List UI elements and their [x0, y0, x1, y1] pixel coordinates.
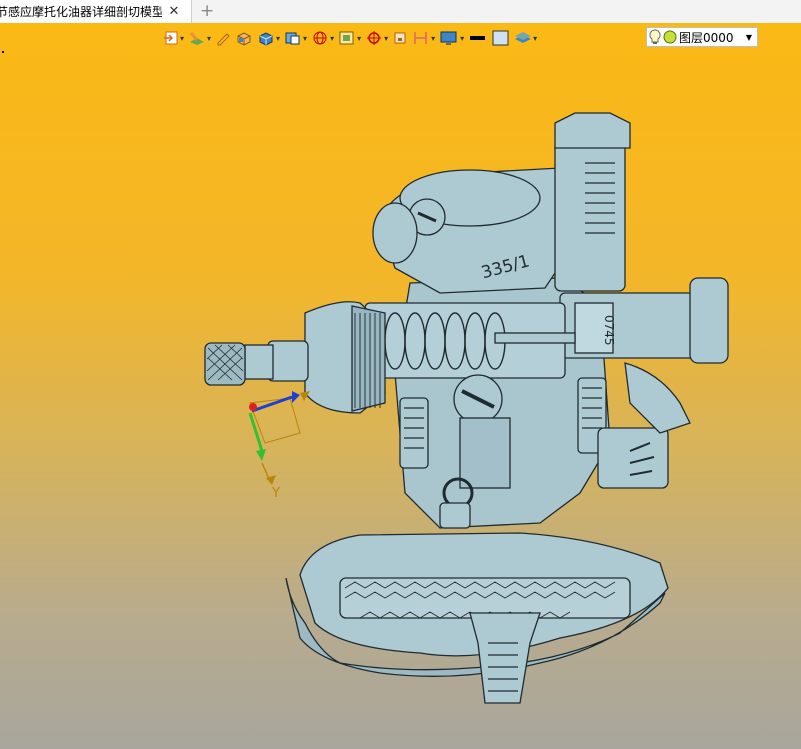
model-text-side: 0745 [602, 315, 616, 346]
tab-bar: 节感应摩托化油器详细剖切模型] ✕ + [0, 0, 801, 24]
close-icon[interactable]: ✕ [166, 4, 182, 19]
carburetor-model[interactable]: 335/1 0745 Y [0, 23, 801, 749]
tab-title: 节感应摩托化油器详细剖切模型] [0, 5, 162, 19]
axis-triad: Y [248, 391, 310, 501]
axis-y-label: Y [271, 486, 280, 501]
add-tab-icon[interactable]: + [200, 1, 214, 21]
document-tab[interactable]: 节感应摩托化油器详细剖切模型] ✕ [0, 0, 192, 23]
3d-viewport[interactable]: ▾ ▾ ▾ ▾ ▾ ▾ ▾ ▾ ▾ ▾ 图层0000 ▼ 335/1 0745 … [0, 23, 801, 749]
